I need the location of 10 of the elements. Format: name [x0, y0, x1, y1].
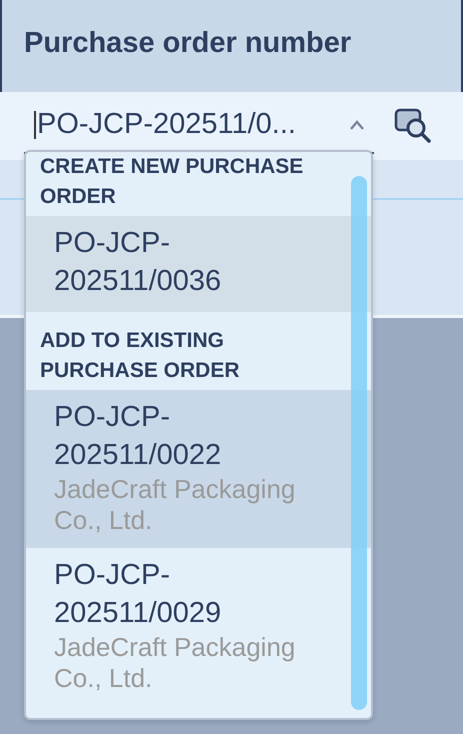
dropdown-option[interactable]: PO-JCP-202511/0029 JadeCraft Packaging Co., Ltd. [26, 548, 371, 706]
group-heading: CREATE NEW PURCHASE ORDER [39, 154, 304, 210]
dropdown-option[interactable]: PO-JCP-202511/0036 [26, 216, 371, 312]
search-icon[interactable] [394, 107, 432, 145]
scrollbar-thumb[interactable] [351, 176, 367, 710]
group-heading: ADD TO EXISTING PURCHASE ORDER [39, 328, 241, 384]
chevron-up-icon[interactable] [348, 119, 366, 131]
dropdown-option[interactable]: PO-JCP-202511/0022 JadeCraft Packaging Co., Ltd. [26, 390, 371, 548]
text-cursor [34, 111, 36, 139]
column-title: Purchase order number [24, 27, 352, 59]
